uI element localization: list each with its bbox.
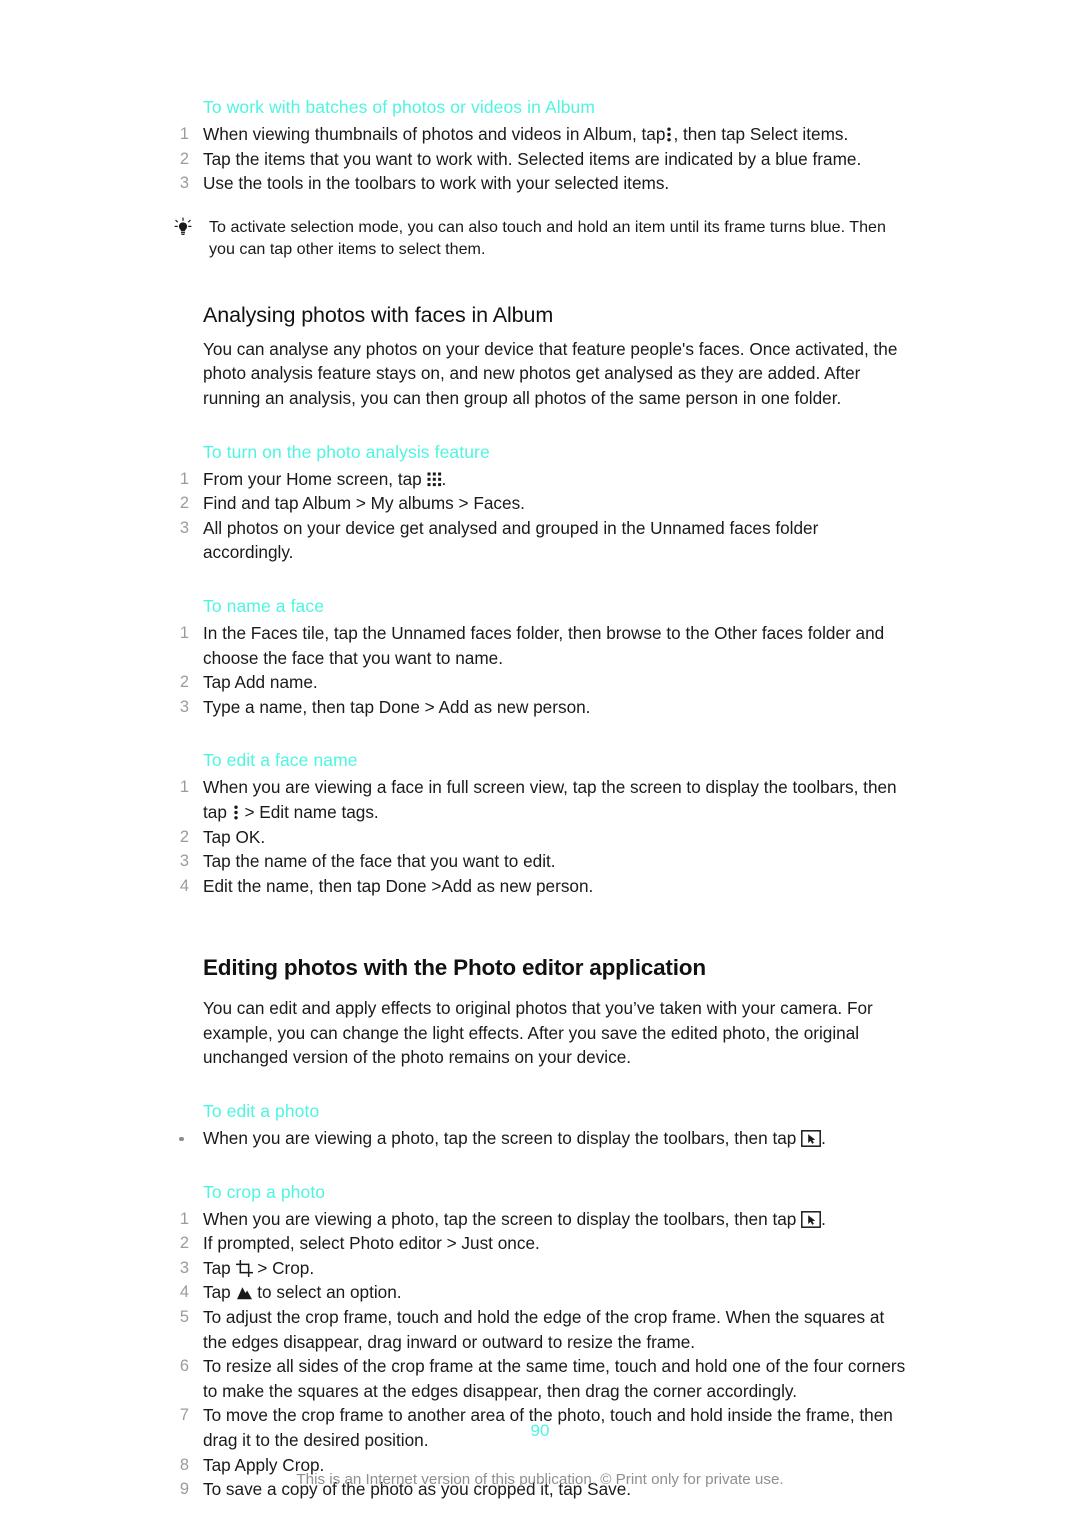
step-text-before: When viewing thumbnails of photos and vi… bbox=[203, 124, 666, 144]
list-item: 3 Use the tools in the toolbars to work … bbox=[170, 171, 910, 196]
step-text: Tap OK. bbox=[203, 826, 266, 847]
list-name-a-face: 1 In the Faces tile, tap the Unnamed fac… bbox=[170, 621, 910, 719]
list-number: 1 bbox=[179, 778, 189, 797]
step-text: Find and tap Album > My albums > Faces. bbox=[203, 493, 525, 514]
overflow-menu-icon bbox=[665, 127, 673, 142]
heading-name-a-face: To name a face bbox=[203, 595, 325, 616]
step-text-after: > Crop. bbox=[257, 1257, 315, 1278]
app-grid-icon bbox=[427, 472, 442, 487]
list-item: 2 Tap OK. bbox=[170, 825, 910, 850]
document-page: To work with batches of photos or videos… bbox=[0, 0, 1080, 1527]
list-item: 1 When you are viewing a photo, tap the … bbox=[170, 1207, 910, 1232]
list-turn-on-photo-analysis: 1 From your Home screen, tap . 2 Find an… bbox=[170, 467, 910, 565]
tip-text: To activate selection mode, you can also… bbox=[209, 217, 886, 259]
heading-edit-a-face-name: To edit a face name bbox=[203, 750, 358, 771]
heading-edit-a-photo: To edit a photo bbox=[203, 1101, 320, 1122]
step-text: In the Faces tile, tap the Unnamed faces… bbox=[203, 622, 885, 668]
mountain-icon bbox=[236, 1286, 253, 1300]
step-text-before: When you are viewing a photo, tap the sc… bbox=[203, 1128, 797, 1149]
list-item: 2 Find and tap Album > My albums > Faces… bbox=[170, 491, 910, 516]
step-text-before: Tap bbox=[203, 1257, 231, 1278]
list-item: When you are viewing a photo, tap the sc… bbox=[170, 1126, 910, 1151]
step-text-after: to select an option. bbox=[257, 1282, 402, 1303]
list-item: 4 Edit the name, then tap Done >Add as n… bbox=[170, 874, 910, 899]
step-text-before: Tap bbox=[203, 1282, 231, 1303]
heading-analysing-photos: Analysing photos with faces in Album bbox=[203, 302, 554, 327]
list-number: 1 bbox=[179, 469, 189, 488]
list-number: 2 bbox=[179, 1234, 189, 1253]
step-text-before: From your Home screen, tap bbox=[203, 468, 422, 489]
list-number: 6 bbox=[179, 1357, 189, 1376]
list-edit-a-face-name: 1 When you are viewing a face in full sc… bbox=[170, 775, 910, 898]
step-text: Tap Add name. bbox=[203, 672, 318, 693]
paragraph-analysing-intro: You can analyse any photos on your devic… bbox=[203, 338, 898, 408]
lightbulb-tip-icon bbox=[172, 217, 194, 239]
list-edit-a-photo: When you are viewing a photo, tap the sc… bbox=[170, 1126, 910, 1151]
list-number: 3 bbox=[179, 1258, 189, 1277]
list-item: 1 In the Faces tile, tap the Unnamed fac… bbox=[170, 621, 910, 670]
step-text: Tap the name of the face that you want t… bbox=[203, 851, 556, 872]
heading-editing-photos: Editing photos with the Photo editor app… bbox=[203, 955, 706, 981]
list-item: 5 To adjust the crop frame, touch and ho… bbox=[170, 1305, 910, 1354]
crop-icon bbox=[235, 1259, 253, 1277]
tip-block: To activate selection mode, you can also… bbox=[170, 216, 910, 261]
photo-editor-icon bbox=[801, 1210, 822, 1228]
list-number: 3 bbox=[179, 518, 189, 537]
page-number: 90 bbox=[530, 1421, 550, 1440]
step-text-before: When you are viewing a photo, tap the sc… bbox=[203, 1208, 797, 1229]
list-item: 3 Tap > Crop. bbox=[170, 1256, 910, 1281]
list-item: 1 From your Home screen, tap . bbox=[170, 467, 910, 492]
list-item: 1 When you are viewing a face in full sc… bbox=[170, 775, 910, 824]
list-work-with-batches: 1 When viewing thumbnails of photos and … bbox=[170, 122, 910, 196]
step-text: Edit the name, then tap Done >Add as new… bbox=[203, 875, 594, 896]
list-number: 1 bbox=[179, 1209, 189, 1228]
list-item: 2 Tap the items that you want to work wi… bbox=[170, 147, 910, 172]
list-number: 2 bbox=[179, 673, 189, 692]
list-item: 1 When viewing thumbnails of photos and … bbox=[170, 122, 910, 147]
step-text: Type a name, then tap Done > Add as new … bbox=[203, 696, 591, 717]
paragraph-editing-intro: You can edit and apply effects to origin… bbox=[203, 998, 873, 1068]
list-item: 6 To resize all sides of the crop frame … bbox=[170, 1354, 910, 1403]
list-number: 2 bbox=[179, 827, 189, 846]
list-item: 2 Tap Add name. bbox=[170, 670, 910, 695]
step-text: To resize all sides of the crop frame at… bbox=[203, 1356, 906, 1401]
step-text-after: > Edit name tags. bbox=[244, 801, 379, 822]
list-number: 1 bbox=[179, 125, 189, 143]
photo-editor-icon bbox=[801, 1130, 822, 1148]
overflow-menu-icon bbox=[232, 805, 240, 820]
page-footer: This is an Internet version of this publ… bbox=[296, 1471, 784, 1488]
list-number: 3 bbox=[179, 852, 189, 871]
list-number: 3 bbox=[179, 174, 189, 193]
list-number: 2 bbox=[179, 494, 189, 513]
list-number: 1 bbox=[179, 623, 189, 642]
step-text-after: , then tap Select items. bbox=[673, 124, 849, 144]
list-item: 3 All photos on your device get analysed… bbox=[170, 516, 910, 565]
list-item: 2 If prompted, select Photo editor > Jus… bbox=[170, 1231, 910, 1256]
list-item: 3 Type a name, then tap Done > Add as ne… bbox=[170, 695, 910, 720]
list-item: 3 Tap the name of the face that you want… bbox=[170, 849, 910, 874]
step-text-after: . bbox=[821, 1208, 826, 1229]
list-number: 5 bbox=[179, 1308, 189, 1327]
list-number: 2 bbox=[179, 149, 189, 168]
step-text-after: . bbox=[441, 468, 447, 489]
list-number: 4 bbox=[179, 1283, 189, 1302]
list-number: 4 bbox=[179, 876, 189, 895]
list-number: 3 bbox=[179, 697, 189, 716]
step-text: Use the tools in the toolbars to work wi… bbox=[203, 173, 670, 194]
list-item: 4 Tap to select an option. bbox=[170, 1280, 910, 1305]
list-crop-a-photo: 1 When you are viewing a photo, tap the … bbox=[170, 1207, 910, 1502]
step-text-after: . bbox=[821, 1128, 826, 1149]
heading-work-with-batches: To work with batches of photos or videos… bbox=[203, 97, 596, 117]
step-text: To adjust the crop frame, touch and hold… bbox=[203, 1307, 885, 1352]
page-content: To work with batches of photos or videos… bbox=[170, 96, 910, 1502]
heading-crop-a-photo: To crop a photo bbox=[203, 1181, 326, 1202]
step-text: All photos on your device get analysed a… bbox=[203, 517, 819, 563]
bullet-point bbox=[179, 1136, 184, 1142]
step-text: If prompted, select Photo editor > Just … bbox=[203, 1233, 540, 1254]
step-text: Tap the items that you want to work with… bbox=[203, 148, 862, 169]
heading-turn-on-photo-analysis: To turn on the photo analysis feature bbox=[203, 441, 490, 462]
